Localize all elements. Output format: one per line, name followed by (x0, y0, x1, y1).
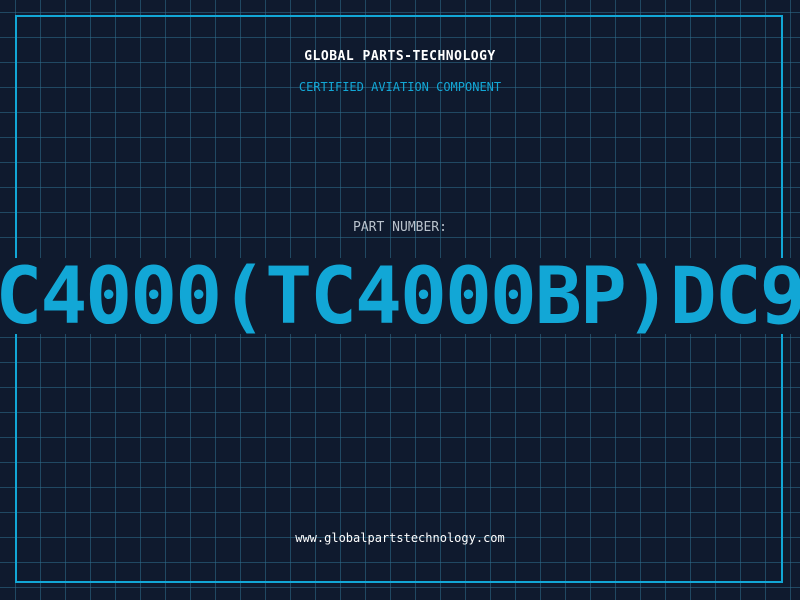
website-url[interactable]: www.globalpartstechnology.com (0, 531, 800, 545)
certification-tagline: CERTIFIED AVIATION COMPONENT (298, 80, 502, 94)
part-number-label: PART NUMBER: (353, 220, 447, 235)
part-number-value: TC4000(TC4000BP)DC97 (0, 258, 800, 334)
company-name: GLOBAL PARTS-TECHNOLOGY (304, 49, 496, 64)
part-card: GLOBAL PARTS-TECHNOLOGY CERTIFIED AVIATI… (0, 0, 800, 600)
part-number-band: TC4000(TC4000BP)DC97 (0, 258, 800, 334)
